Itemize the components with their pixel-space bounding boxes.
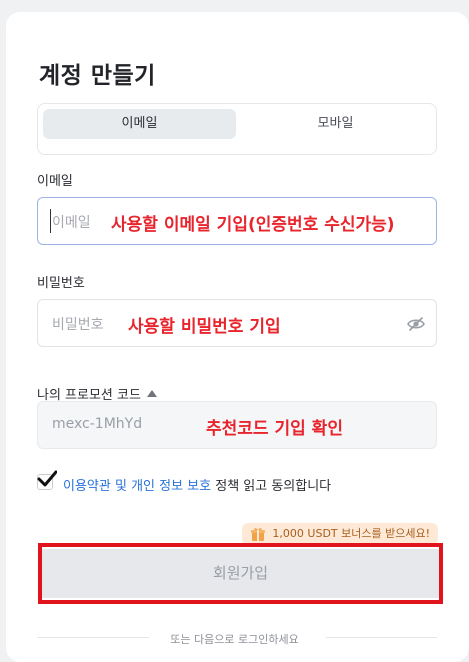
bonus-text: 1,000 USDT 보너스를 받으세요!	[272, 527, 430, 540]
agreement-text: 이용약관 및 개인 정보 보호 정책 읽고 동의합니다	[63, 475, 331, 494]
email-placeholder: 이메일	[52, 215, 91, 231]
agreement-checkbox[interactable]	[37, 470, 57, 490]
password-field[interactable]: 비밀번호 사용할 비밀번호 기입	[37, 299, 437, 347]
bonus-badge: 1,000 USDT 보너스를 받으세요!	[242, 523, 438, 545]
promo-annotation: 추천코드 기입 확인	[206, 419, 343, 439]
divider-text: 또는 다음으로 로그인하세요	[170, 633, 299, 646]
text-caret	[50, 209, 51, 233]
tab-mobile[interactable]: 모바일	[239, 109, 432, 139]
gift-icon	[251, 528, 266, 541]
signup-card: 계정 만들기 이메일 모바일 이메일 이메일 사용할 이메일 기입(인증번호 수…	[6, 12, 469, 662]
email-annotation: 사용할 이메일 기입(인증번호 수신가능)	[111, 215, 395, 235]
triangle-up-icon	[146, 390, 157, 397]
password-label: 비밀번호	[37, 276, 85, 291]
promo-code-field[interactable]: mexc-1MhYd 추천코드 기입 확인	[37, 401, 437, 449]
check-icon	[37, 470, 57, 487]
password-annotation: 사용할 비밀번호 기입	[128, 317, 281, 337]
promo-code-value: mexc-1MhYd	[52, 416, 143, 432]
agreement-and: 및	[110, 479, 132, 494]
terms-link[interactable]: 이용약관	[63, 479, 111, 494]
password-placeholder: 비밀번호	[52, 317, 104, 333]
page-title: 계정 만들기	[39, 63, 156, 89]
privacy-link[interactable]: 개인 정보 보호	[131, 479, 211, 494]
eye-off-icon[interactable]	[406, 314, 426, 334]
signup-button[interactable]: 회원가입	[42, 549, 439, 598]
email-label: 이메일	[37, 174, 73, 189]
tab-email[interactable]: 이메일	[43, 109, 236, 139]
agreement-suffix: 정책 읽고 동의합니다	[211, 479, 332, 494]
email-field[interactable]: 이메일 사용할 이메일 기입(인증번호 수신가능)	[37, 197, 437, 245]
signup-method-tabs: 이메일 모바일	[37, 103, 437, 155]
